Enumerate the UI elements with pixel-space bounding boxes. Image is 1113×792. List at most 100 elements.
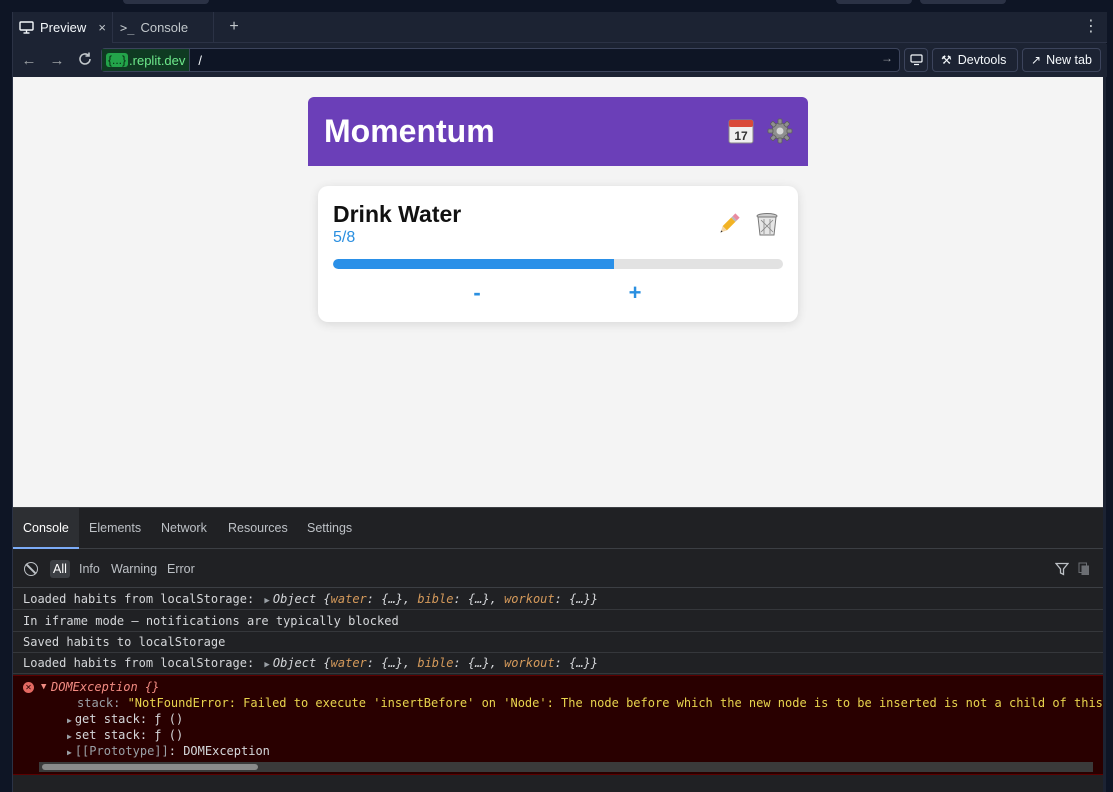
log-text: Loaded habits from localStorage:: [23, 656, 262, 670]
expand-triangle-icon[interactable]: ▶: [67, 716, 72, 725]
prototype-value: : DOMException: [168, 744, 270, 758]
trash-icon[interactable]: [754, 211, 780, 237]
stack-value: "NotFoundError: Failed to execute 'inser…: [127, 696, 1103, 710]
tab-preview-label: Preview: [40, 20, 87, 35]
devtools-tab-bar: Console Elements Network Resources Setti…: [13, 508, 1103, 549]
new-tab-button[interactable]: ↗ New tab: [1022, 48, 1101, 72]
top-button-indicator: [836, 0, 912, 4]
url-host-badge: {...}: [106, 53, 129, 67]
console-log-line: Loaded habits from localStorage: ▶ Object…: [13, 653, 1103, 674]
error-get-stack-line[interactable]: ▶ get stack: ƒ (): [67, 711, 1103, 727]
wrench-icon: ⚒: [941, 53, 952, 67]
filter-info[interactable]: Info: [76, 560, 103, 578]
devtools-tab-elements[interactable]: Elements: [89, 508, 141, 549]
object-key: water: [330, 592, 367, 606]
habit-card: Drink Water 5/8 - +: [318, 186, 798, 322]
object-key: workout: [504, 592, 555, 606]
gear-icon[interactable]: [766, 117, 794, 145]
tab-preview[interactable]: Preview ×: [13, 12, 113, 43]
devtools-button-label: Devtools: [957, 53, 1007, 67]
get-stack-text: get stack: ƒ (): [74, 712, 184, 726]
console-log-line: Saved habits to localStorage: [13, 632, 1103, 653]
habit-name: Drink Water: [333, 201, 462, 227]
filter-warning[interactable]: Warning: [108, 560, 160, 578]
horizontal-scrollbar[interactable]: [39, 762, 1093, 772]
object-key: workout: [504, 656, 555, 670]
expand-triangle-icon[interactable]: ▶: [67, 732, 72, 741]
error-title: DOMException {}: [51, 680, 160, 694]
expand-triangle-icon[interactable]: ▶: [264, 596, 269, 606]
console-log-line: In iframe mode – notifications are typic…: [13, 611, 1103, 632]
terminal-icon: >_: [120, 20, 135, 35]
error-icon: ✕: [23, 682, 34, 693]
error-prototype-line[interactable]: ▶ [[Prototype]]: DOMException: [67, 743, 1103, 759]
device-preview-button[interactable]: [904, 48, 928, 72]
top-button-indicator: [920, 0, 1006, 4]
page-title: Momentum: [324, 113, 495, 149]
go-arrow-icon[interactable]: →: [881, 51, 893, 65]
object-key: water: [330, 656, 367, 670]
external-link-icon: ↗: [1031, 53, 1042, 67]
object-label: Object: [272, 592, 317, 606]
expand-triangle-icon[interactable]: ▶: [264, 660, 269, 670]
reload-icon[interactable]: [75, 51, 95, 71]
console-toolbar: All Info Warning Error: [13, 549, 1103, 588]
filter-error[interactable]: Error: [164, 560, 198, 578]
set-stack-text: set stack: ƒ (): [74, 728, 184, 742]
expand-triangle-icon[interactable]: ▶: [67, 748, 72, 757]
devtools-tab-resources[interactable]: Resources: [228, 508, 288, 549]
pane-menu-icon[interactable]: ⋮: [1083, 18, 1099, 36]
copy-icon[interactable]: [1078, 562, 1090, 576]
svg-text:17: 17: [734, 129, 748, 143]
log-text: Saved habits to localStorage: [23, 635, 226, 649]
log-text: In iframe mode – notifications are typic…: [23, 614, 399, 628]
clear-console-icon[interactable]: [24, 562, 38, 576]
calendar-icon[interactable]: 17: [727, 117, 755, 145]
devtools-tab-console[interactable]: Console: [13, 508, 79, 549]
console-error-entry: ✕ ▼ DOMException {} stack: "NotFoundErro…: [13, 675, 1103, 775]
error-set-stack-line[interactable]: ▶ set stack: ƒ (): [67, 727, 1103, 743]
top-strip: [0, 0, 1113, 12]
close-icon[interactable]: ×: [98, 20, 106, 35]
top-tab-indicator: [123, 0, 209, 4]
devtools-tab-settings[interactable]: Settings: [307, 508, 352, 549]
replit-workspace: Preview × >_ Console + ⋮ ← → {...} .repl…: [0, 0, 1113, 792]
progress-bar: [333, 259, 783, 269]
increment-button[interactable]: +: [615, 278, 655, 308]
devtools-panel: Console Elements Network Resources Setti…: [13, 507, 1103, 792]
url-host-suffix: .replit.dev: [129, 52, 186, 68]
screen-icon: [909, 54, 923, 66]
pane-tab-bar: Preview × >_ Console + ⋮: [13, 12, 1107, 43]
add-tab-button[interactable]: +: [225, 18, 243, 36]
url-path: /: [198, 52, 203, 68]
devtools-button[interactable]: ⚒ Devtools: [932, 48, 1018, 72]
new-tab-button-label: New tab: [1046, 53, 1092, 67]
preview-viewport: Momentum 17 Drink Water 5/8 - +: [13, 77, 1103, 507]
habit-count: 5/8: [333, 229, 356, 246]
progress-bar-fill: [333, 259, 615, 269]
decrement-button[interactable]: -: [457, 278, 497, 308]
tab-console-label: Console: [140, 20, 189, 35]
filter-all[interactable]: All: [50, 560, 70, 578]
error-title-line[interactable]: ✕ ▼ DOMException {}: [13, 679, 1103, 695]
tab-console[interactable]: >_ Console: [114, 12, 214, 43]
object-label: Object: [272, 656, 317, 670]
error-stack-line: stack: "NotFoundError: Failed to execute…: [77, 696, 1103, 710]
filter-icon[interactable]: [1055, 562, 1069, 576]
forward-arrow-icon[interactable]: →: [47, 51, 67, 71]
app-header: Momentum 17: [308, 97, 808, 166]
back-arrow-icon[interactable]: ←: [19, 51, 39, 71]
prototype-key: [[Prototype]]: [74, 744, 169, 758]
monitor-icon: [19, 21, 34, 34]
pencil-icon[interactable]: [716, 211, 742, 237]
console-log-line: Loaded habits from localStorage: ▶ Object…: [13, 589, 1103, 610]
collapse-triangle-icon[interactable]: ▼: [41, 679, 46, 695]
url-toolbar: ← → {...} .replit.dev / → ⚒ Devtools ↗ N…: [13, 44, 1107, 77]
stack-key: stack: [77, 696, 114, 710]
object-key: bible: [417, 592, 454, 606]
object-key: bible: [417, 656, 454, 670]
url-input[interactable]: {...} .replit.dev / →: [101, 48, 900, 72]
url-host: {...} .replit.dev: [102, 49, 191, 71]
devtools-tab-network[interactable]: Network: [161, 508, 207, 549]
scrollbar-thumb[interactable]: [42, 764, 258, 770]
